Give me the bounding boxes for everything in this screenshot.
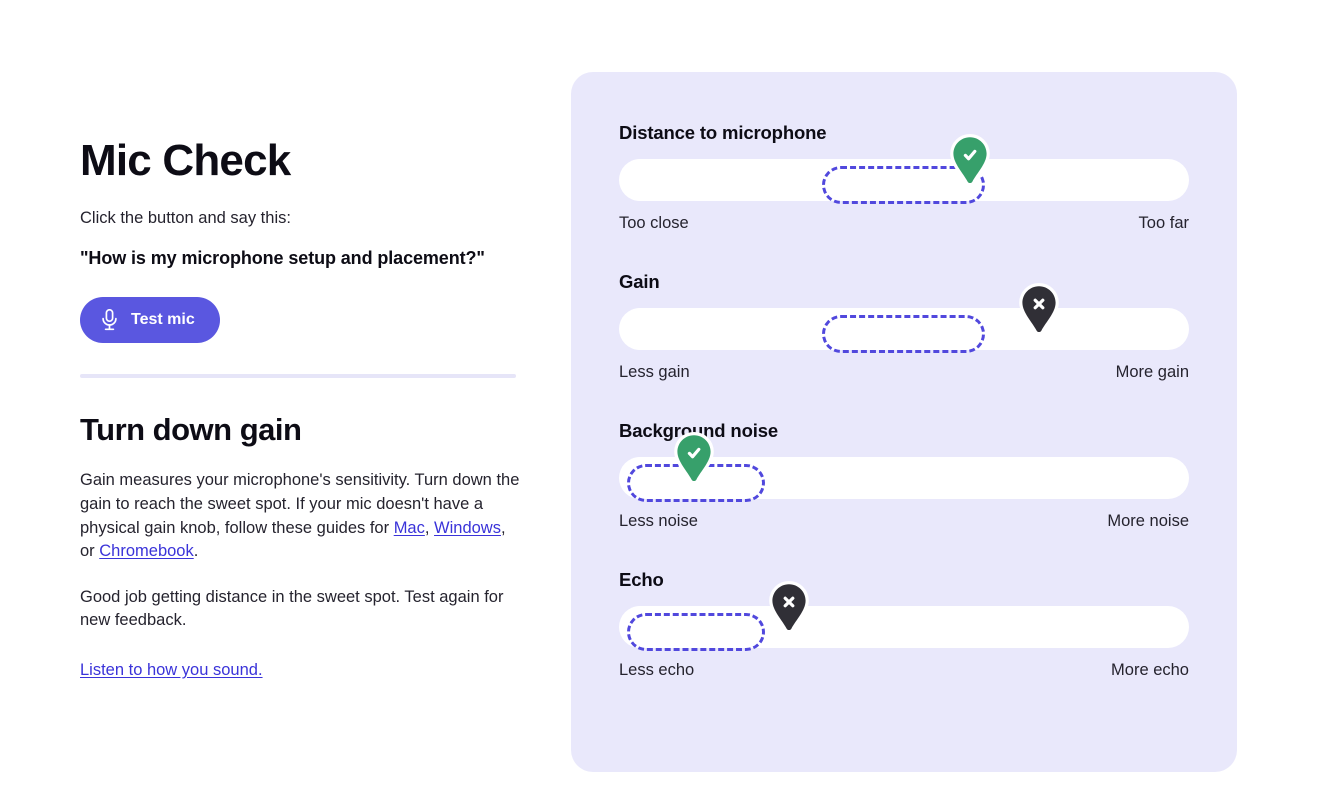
test-mic-button[interactable]: Test mic — [80, 297, 220, 344]
sweet-spot-zone — [626, 464, 765, 502]
meter-scale: Too close Too far — [619, 214, 1189, 233]
listen-link-row: Listen to how you sound. — [80, 659, 520, 683]
meter-scale: Less gain More gain — [619, 363, 1189, 382]
meter-slider[interactable] — [619, 134, 1189, 204]
meter-max-label: More noise — [1107, 512, 1189, 530]
microphone-icon — [101, 309, 118, 331]
meter-max-label: More gain — [1115, 363, 1189, 381]
meter-slider[interactable] — [619, 432, 1189, 502]
meter-block: Echo Less echo More echo — [619, 569, 1189, 680]
intro-column: Mic Check Click the button and say this:… — [80, 136, 520, 683]
sweet-spot-zone — [821, 166, 985, 204]
prompt-phrase: "How is my microphone setup and placemen… — [80, 248, 485, 269]
meter-slider[interactable] — [619, 283, 1189, 353]
listen-playback-link[interactable]: Listen to how you sound. — [80, 661, 263, 679]
mic-check-page: Mic Check Click the button and say this:… — [0, 0, 1331, 799]
section-divider — [80, 374, 516, 379]
test-mic-button-label: Test mic — [131, 311, 195, 329]
link-windows-guide[interactable]: Windows — [434, 519, 501, 537]
meter-label: Gain — [619, 271, 660, 292]
meter-block: Background noise Less noise More noise — [619, 420, 1189, 531]
meter-label: Echo — [619, 569, 664, 590]
meters-panel: Distance to microphone Too close Too far Ga… — [571, 72, 1237, 772]
meter-min-label: Less noise — [619, 512, 698, 530]
meter-block: Gain Less gain More gain — [619, 271, 1189, 382]
meter-block: Distance to microphone Too close Too far — [619, 122, 1189, 233]
meter-min-label: Less gain — [619, 363, 690, 381]
sweet-spot-zone — [626, 613, 765, 651]
sweet-spot-zone — [821, 315, 985, 353]
link-chromebook-guide[interactable]: Chromebook — [99, 542, 193, 560]
meter-scale: Less noise More noise — [619, 512, 1189, 531]
meter-label: Background noise — [619, 420, 778, 441]
advice-text-end: . — [193, 542, 199, 561]
advice-paragraph-distance: Good job getting distance in the sweet s… — [80, 587, 504, 630]
page-title: Mic Check — [80, 136, 291, 185]
prompt-instruction: Click the button and say this: — [80, 209, 291, 228]
meter-scale: Less echo More echo — [619, 661, 1189, 680]
meter-max-label: Too far — [1138, 214, 1189, 232]
meter-slider[interactable] — [619, 581, 1189, 651]
meters-list: Distance to microphone Too close Too far Ga… — [619, 122, 1189, 680]
meter-max-label: More echo — [1111, 661, 1189, 679]
advice-paragraph-gain: Gain measures your microphone's sensitiv… — [80, 469, 520, 563]
link-mac-guide[interactable]: Mac — [394, 519, 425, 537]
meter-min-label: Less echo — [619, 661, 695, 679]
meter-label: Distance to microphone — [619, 122, 827, 143]
advice-heading: Turn down gain — [80, 412, 302, 448]
meter-min-label: Too close — [619, 214, 689, 232]
advice-separator-1: , — [424, 518, 435, 537]
